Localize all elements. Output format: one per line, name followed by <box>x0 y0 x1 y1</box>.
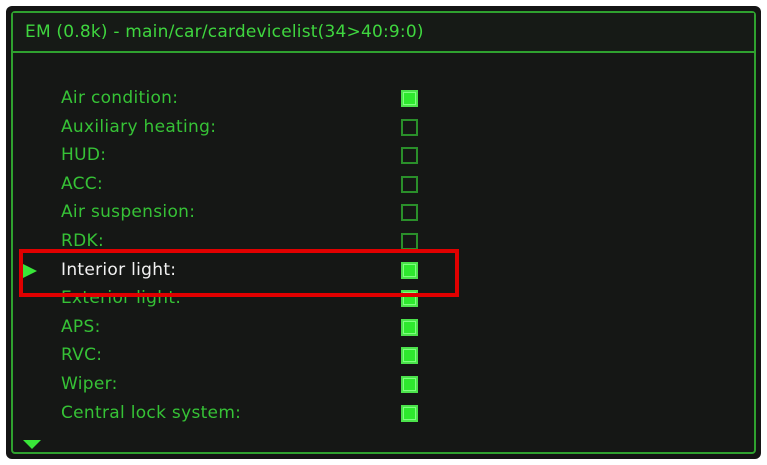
list-item-label: Air condition: <box>61 88 179 108</box>
list-item[interactable]: ACC: <box>13 171 754 199</box>
list-item-checkbox[interactable] <box>401 376 418 393</box>
list-item[interactable]: Auxiliary heating: <box>13 114 754 142</box>
list-item-checkbox[interactable] <box>401 147 418 165</box>
list-item-label: APS: <box>61 316 101 337</box>
list-item-label: Auxiliary heating: <box>61 116 217 137</box>
list-item-label: Air suspension: <box>61 202 196 223</box>
scroll-down-icon[interactable] <box>23 440 41 449</box>
list-item-checkbox[interactable] <box>401 118 418 136</box>
list-item-checkbox[interactable] <box>401 90 418 107</box>
list-item-label: RVC: <box>61 345 103 366</box>
list-item-checkbox[interactable] <box>401 233 418 250</box>
device-screen: EM (0.8k) - main/car/cardevicelist(34>40… <box>6 6 761 459</box>
list-item[interactable]: Air condition: <box>13 85 754 113</box>
list-item[interactable]: Central lock system: <box>13 400 754 428</box>
page-title: EM (0.8k) - main/car/cardevicelist(34>40… <box>25 22 424 42</box>
list-item[interactable]: APS: <box>13 314 754 342</box>
list-item-checkbox[interactable] <box>401 261 418 279</box>
list-item[interactable]: HUD: <box>13 142 754 170</box>
list-item[interactable]: Exterior light: <box>13 285 754 313</box>
list-item-checkbox[interactable] <box>401 404 418 422</box>
list-item-checkbox[interactable] <box>401 204 418 222</box>
list-item-label: HUD: <box>61 145 107 166</box>
list-item-label: ACC: <box>61 173 103 194</box>
list-item-label: RDK: <box>61 231 104 251</box>
list-item-checkbox[interactable] <box>401 318 418 336</box>
list-item-label: Interior light: <box>61 259 177 280</box>
list-item-checkbox[interactable] <box>401 175 418 193</box>
list-item-checkbox[interactable] <box>401 347 418 365</box>
list-item[interactable]: RVC: <box>13 342 754 370</box>
title-bar: EM (0.8k) - main/car/cardevicelist(34>40… <box>13 13 754 53</box>
list-item[interactable]: Interior light: <box>13 257 754 285</box>
list-item-label: Exterior light: <box>61 288 182 309</box>
menu-frame: EM (0.8k) - main/car/cardevicelist(34>40… <box>11 11 756 454</box>
list-item-checkbox[interactable] <box>401 290 418 308</box>
list-item-label: Wiper: <box>61 374 118 394</box>
list-item[interactable]: Wiper: <box>13 371 754 399</box>
list-item-label: Central lock system: <box>61 402 242 423</box>
selection-pointer-icon <box>21 262 37 279</box>
list-item[interactable]: RDK: <box>13 228 754 256</box>
list-item[interactable]: Air suspension: <box>13 199 754 227</box>
